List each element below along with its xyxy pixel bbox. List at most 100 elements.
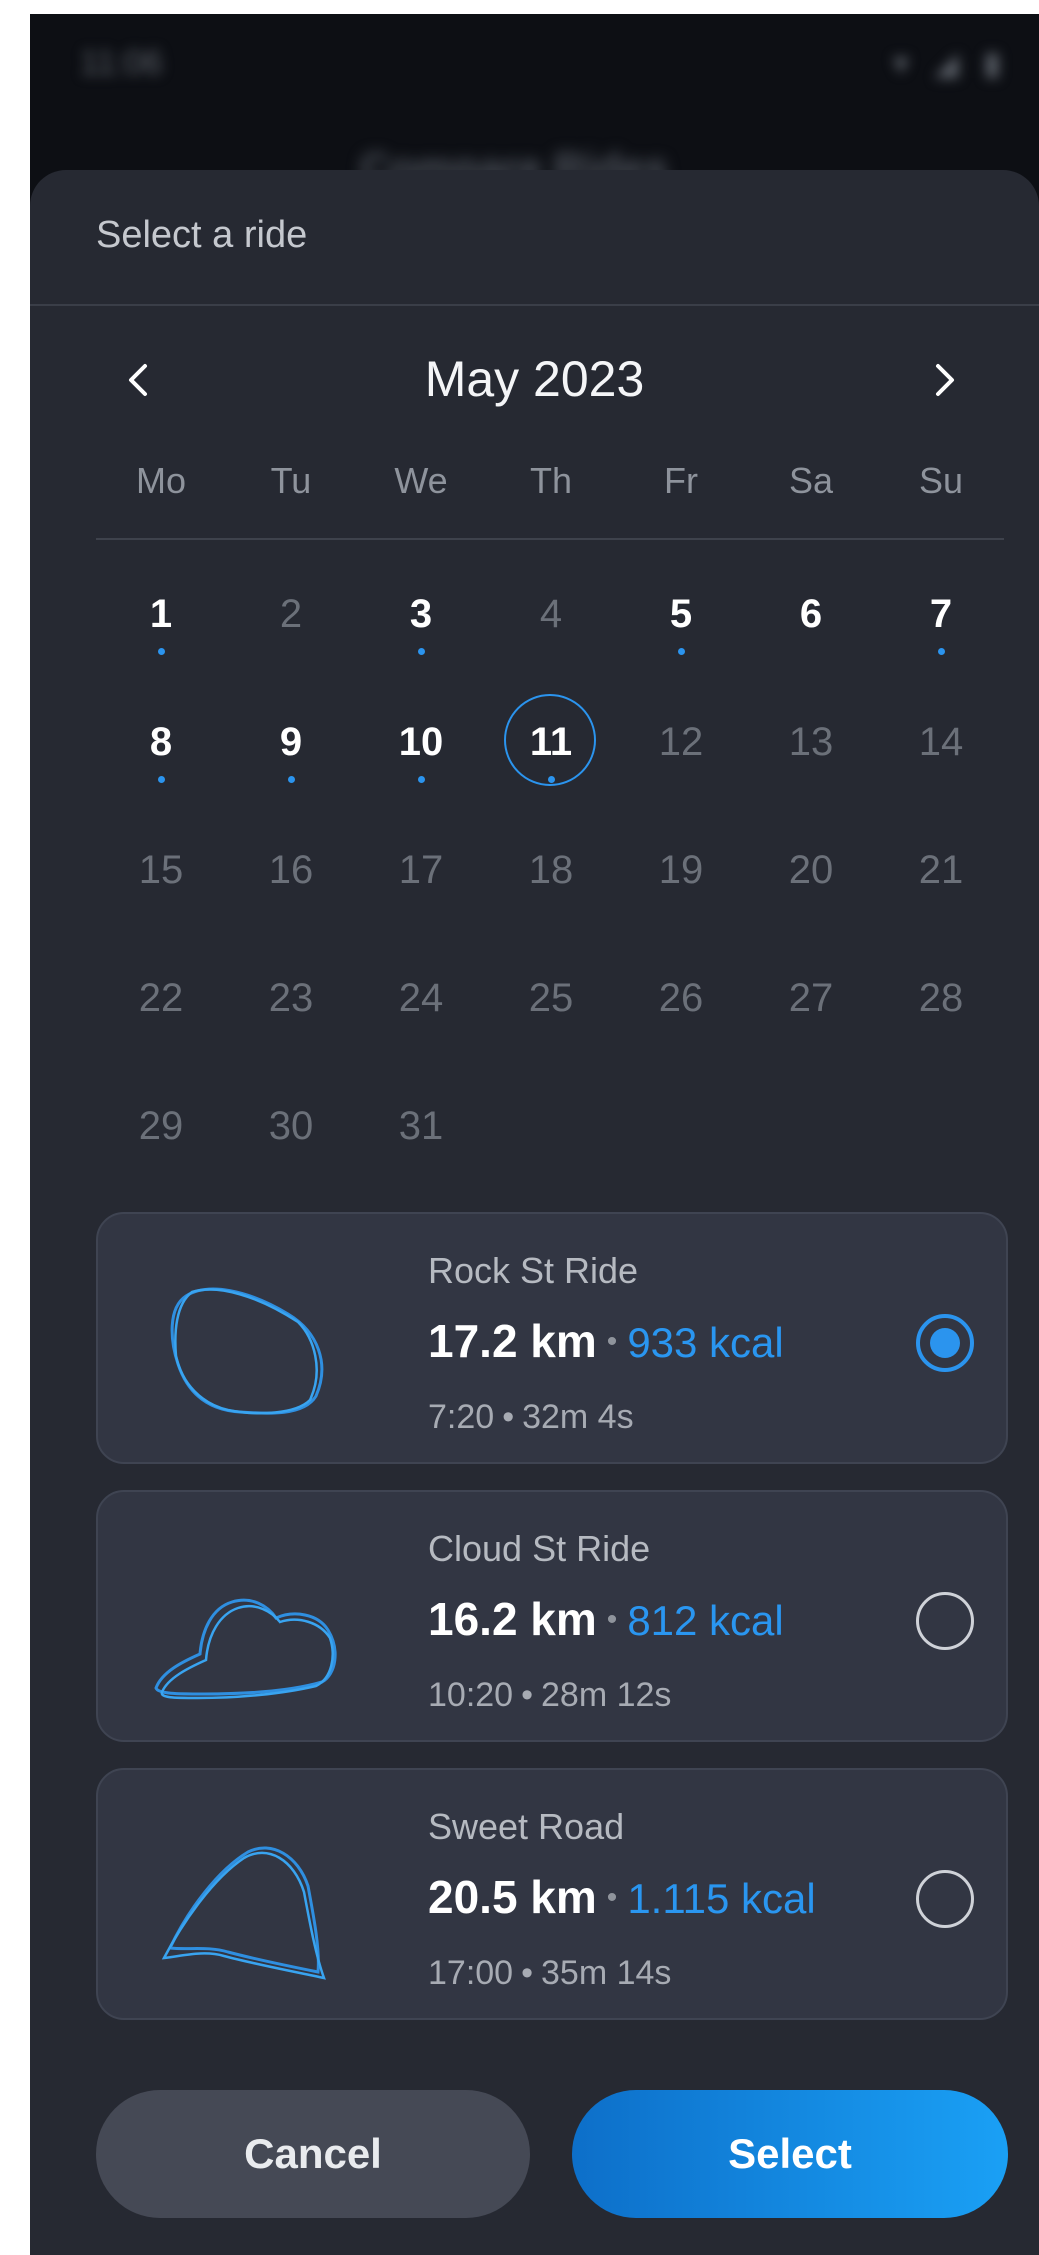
day-number: 22 [138,975,184,1020]
calendar-day: 22 [96,934,226,1062]
calendar-day[interactable]: 1 [96,550,226,678]
ride-indicator-dot [938,648,945,655]
calendar-day: 29 [96,1062,226,1190]
ride-indicator-dot [418,776,425,783]
weekday-label: Fr [664,460,698,501]
calendar-day[interactable]: 7 [876,550,1006,678]
ride-indicator-dot [418,648,425,655]
day-number: 6 [799,591,823,636]
weekday-header: Mo Tu We Th Fr Sa Su [96,460,1036,520]
ride-name: Sweet Road [428,1806,625,1847]
calendar-day-selected[interactable]: 11 [486,678,616,806]
day-number: 29 [138,1103,184,1148]
calendar-day: 12 [616,678,746,806]
chevron-right-icon [936,364,954,396]
ride-radio-unselected[interactable] [916,1870,974,1928]
calendar-day: 13 [746,678,876,806]
calendar-day: 28 [876,934,1006,1062]
month-label: May 2023 [424,351,645,407]
day-number: 1 [149,591,173,636]
time-separator: • [521,1954,533,1992]
ride-indicator-dot [158,776,165,783]
status-icons: ▾ ◢ ▮ [892,45,1009,81]
day-number: 13 [788,719,834,764]
ride-start-time: 17:00 [428,1954,514,1992]
day-number: 4 [539,591,563,636]
calendar-day: 30 [226,1062,356,1190]
ride-start-time: 10:20 [428,1676,514,1714]
calendar-day: 4 [486,550,616,678]
ride-indicator-dot [288,776,295,783]
ride-indicator-dot [678,648,685,655]
ride-indicator-dot [158,648,165,655]
ride-calories: 933 kcal [627,1319,784,1366]
calendar-day: 25 [486,934,616,1062]
weekday-label: Mo [135,460,186,501]
ride-time-info: 17:00 • 35m 14s [428,1954,671,1993]
day-number: 17 [398,847,444,892]
sheet-divider [30,304,1039,306]
calendar-day[interactable]: 9 [226,678,356,806]
calendar-day[interactable]: 3 [356,550,486,678]
calendar-day: 14 [876,678,1006,806]
ride-duration: 35m 14s [541,1954,672,1992]
time-separator: • [502,1398,515,1436]
phone-screen: 11:06 ▾ ◢ ▮ Compare Rides Select a ride … [30,14,1039,2255]
day-number: 15 [138,847,184,892]
day-number: 21 [918,847,964,892]
select-ride-sheet: Select a ride May 2023 Mo Tu We Th Fr Sa… [30,170,1039,2255]
day-number: 3 [409,591,433,636]
calendar-day: 17 [356,806,486,934]
day-number: 7 [929,591,953,636]
day-number: 10 [398,719,444,764]
cancel-button[interactable]: Cancel [96,2090,530,2218]
calendar-day[interactable]: 6 [746,550,876,678]
day-number: 2 [279,591,303,636]
weekday-label: Sa [788,460,834,501]
calendar-day: 15 [96,806,226,934]
ride-radio-unselected[interactable] [916,1592,974,1650]
ride-distance: 20.5 km [428,1871,597,1923]
ride-stats: 16.2 km • 812 kcal [428,1592,784,1646]
stat-separator: • [606,1325,618,1358]
day-number: 18 [528,847,574,892]
calendar-day[interactable]: 8 [96,678,226,806]
route-map-icon [161,1846,326,1980]
day-number: 8 [149,719,173,764]
calendar-day[interactable]: 10 [356,678,486,806]
calendar-day[interactable]: 5 [616,550,746,678]
status-bar: 11:06 ▾ ◢ ▮ [30,14,1039,114]
calendar-day: 26 [616,934,746,1062]
day-number: 16 [268,847,314,892]
day-number: 5 [669,591,693,636]
ride-indicator-dot [548,776,555,783]
calendar-day: 31 [356,1062,486,1190]
ride-card-cloud-st[interactable]: Cloud St Ride 16.2 km • 812 kcal 10:20 • 28m… [96,1490,1008,1742]
ride-card-rock-st[interactable]: Rock St Ride 17.2 km • 933 kcal 7:20 • 32m 4… [96,1212,1008,1464]
calendar-day: 20 [746,806,876,934]
day-number: 24 [398,975,444,1020]
calendar-day: 27 [746,934,876,1062]
day-number: 9 [279,719,303,764]
day-number: 25 [528,975,574,1020]
stat-separator: • [606,1881,618,1914]
ride-card-sweet-road[interactable]: Sweet Road 20.5 km • 1.115 kcal 17:00 • 35m … [96,1768,1008,2020]
time-separator: • [521,1676,533,1714]
calendar-day: 18 [486,806,616,934]
day-number: 28 [918,975,964,1020]
calendar-day-grid: 1 2 3 4 5 6 7 8 9 10 11 12 13 14 15 16 17 18 19 20 21 22 23 24 2… [96,550,1036,1210]
ride-time-info: 10:20 • 28m 12s [428,1676,671,1715]
select-button[interactable]: Select [572,2090,1008,2218]
weekday-label: Tu [270,460,312,501]
weekday-label: We [394,460,448,501]
ride-distance: 16.2 km [428,1593,597,1645]
day-number: 12 [658,719,704,764]
ride-radio-selected[interactable] [916,1314,974,1372]
day-number: 20 [788,847,834,892]
ride-calories: 1.115 kcal [627,1875,816,1922]
calendar-day: 19 [616,806,746,934]
next-month-button[interactable] [915,350,975,410]
route-map-icon [154,1598,337,1700]
day-number: 30 [268,1103,314,1148]
day-number: 27 [788,975,834,1020]
